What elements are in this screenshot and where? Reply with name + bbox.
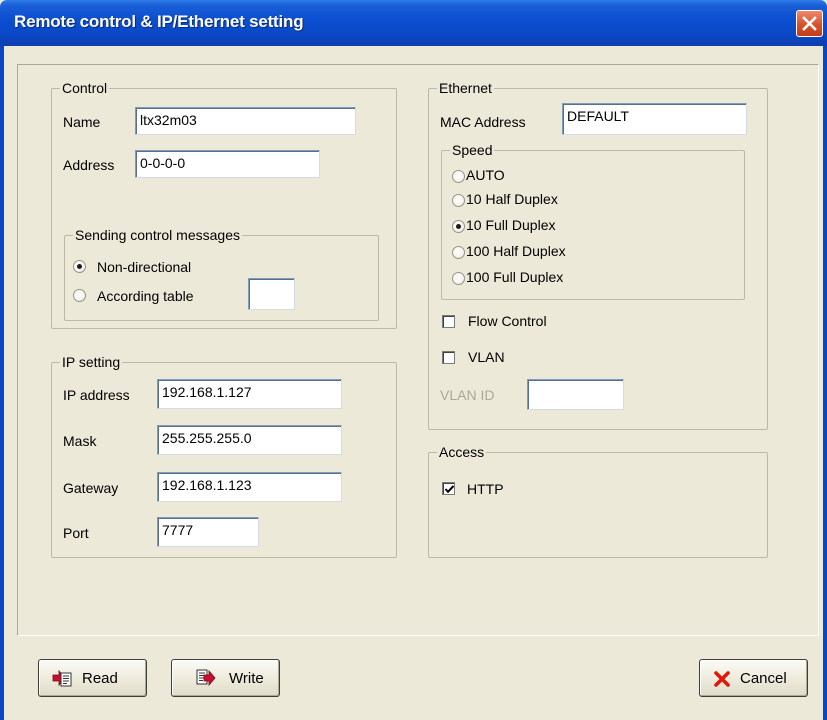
access-group-label: Access xyxy=(437,444,487,460)
ip-address-label: IP address xyxy=(63,387,130,403)
gateway-input[interactable]: 192.168.1.123 xyxy=(157,472,342,502)
speed-10-full-label: 10 Full Duplex xyxy=(466,217,556,233)
mac-address-input[interactable]: DEFAULT xyxy=(562,103,747,135)
window-frame-left xyxy=(0,46,4,720)
window-title: Remote control & IP/Ethernet setting xyxy=(14,12,304,31)
http-label: HTTP xyxy=(467,481,504,497)
vlan-label: VLAN xyxy=(468,349,505,365)
speed-100-full-label: 100 Full Duplex xyxy=(466,269,564,285)
vlan-checkbox[interactable] xyxy=(442,351,455,364)
vlan-id-label: VLAN ID xyxy=(440,387,495,403)
close-button[interactable] xyxy=(796,10,823,37)
window-frame-right xyxy=(823,46,827,720)
sending-control-group-label: Sending control messages xyxy=(73,227,242,243)
flow-control-checkbox[interactable] xyxy=(442,315,455,328)
write-button[interactable]: Write xyxy=(171,659,280,697)
ethernet-group-label: Ethernet xyxy=(437,80,494,96)
mask-input[interactable]: 255.255.255.0 xyxy=(157,425,342,455)
access-group: Access xyxy=(428,444,768,558)
port-input[interactable]: 7777 xyxy=(157,517,259,547)
gateway-label: Gateway xyxy=(63,480,119,496)
radio-non-directional[interactable] xyxy=(73,260,86,273)
address-label: Address xyxy=(63,157,115,173)
cancel-button[interactable]: Cancel xyxy=(699,659,808,697)
cancel-button-label: Cancel xyxy=(740,670,787,687)
cancel-x-icon xyxy=(714,671,730,687)
radio-10-half-duplex[interactable] xyxy=(452,194,465,207)
ip-setting-group-label: IP setting xyxy=(60,354,123,370)
close-icon xyxy=(802,16,817,31)
write-button-label: Write xyxy=(229,670,264,687)
checkmark-icon xyxy=(444,485,455,494)
write-icon xyxy=(196,669,216,687)
http-checkbox[interactable] xyxy=(442,482,455,495)
mask-label: Mask xyxy=(63,433,97,449)
name-input[interactable]: ltx32m03 xyxy=(135,107,356,135)
speed-100-half-label: 100 Half Duplex xyxy=(466,243,566,259)
read-button-label: Read xyxy=(82,670,118,687)
title-bar[interactable]: Remote control & IP/Ethernet setting xyxy=(0,0,827,46)
flow-control-label: Flow Control xyxy=(468,313,547,329)
radio-10-full-duplex[interactable] xyxy=(452,220,465,233)
mac-address-label: MAC Address xyxy=(440,114,526,130)
radio-auto[interactable] xyxy=(452,170,465,183)
name-label: Name xyxy=(63,114,101,130)
non-directional-label: Non-directional xyxy=(97,259,192,275)
radio-100-full-duplex[interactable] xyxy=(452,272,465,285)
according-table-input[interactable] xyxy=(248,278,295,310)
ip-address-input[interactable]: 192.168.1.127 xyxy=(157,379,342,409)
read-button[interactable]: Read xyxy=(38,659,147,697)
port-label: Port xyxy=(63,525,89,541)
control-group-label: Control xyxy=(60,80,110,96)
speed-auto-label: AUTO xyxy=(466,167,505,183)
address-input[interactable]: 0-0-0-0 xyxy=(135,150,320,178)
radio-according-table[interactable] xyxy=(73,289,86,302)
speed-10-half-label: 10 Half Duplex xyxy=(466,191,558,207)
radio-100-half-duplex[interactable] xyxy=(452,246,465,259)
vlan-id-input[interactable] xyxy=(527,379,624,410)
according-table-label: According table xyxy=(97,288,194,304)
read-icon xyxy=(52,669,72,687)
speed-group-label: Speed xyxy=(450,142,495,158)
sending-control-group: Sending control messages xyxy=(64,227,379,321)
